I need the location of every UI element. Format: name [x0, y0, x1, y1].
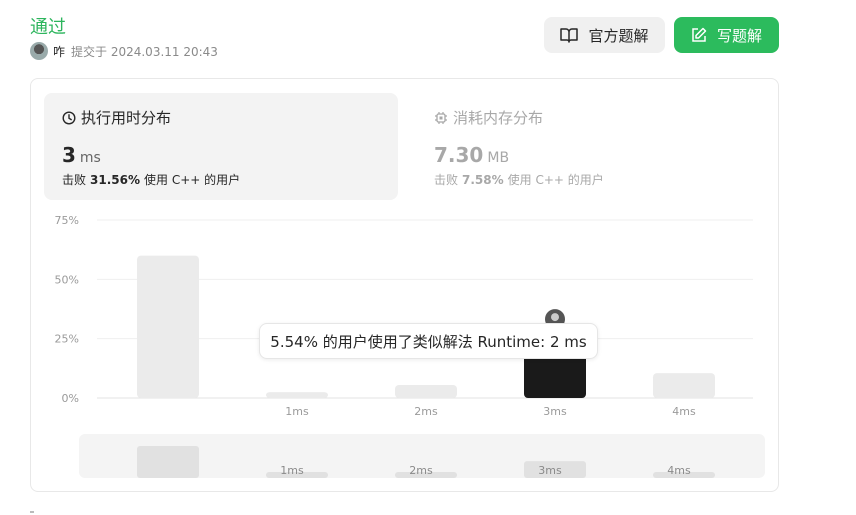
- x-tick-label: 1ms: [285, 405, 309, 418]
- write-solution-label: 写题解: [716, 26, 762, 45]
- y-tick-label: 25%: [55, 333, 79, 346]
- chart-bar[interactable]: [395, 384, 457, 398]
- official-solution-button[interactable]: 官方题解: [544, 17, 665, 53]
- minimap-label: 2ms: [409, 464, 433, 477]
- minimap-bar: [137, 446, 199, 478]
- submission-meta: 咋 提交于 2024.03.11 20:43: [30, 42, 218, 60]
- avatar-marker-head: [551, 313, 559, 322]
- x-tick-label: 3ms: [543, 405, 567, 418]
- runtime-distribution-chart[interactable]: 0% 25% 50% 75% 1ms 2ms 3ms 4ms 1ms 2ms 3ms 4ms: [31, 79, 780, 493]
- write-solution-button[interactable]: 写题解: [674, 17, 779, 53]
- chart-bar[interactable]: [653, 373, 715, 398]
- book-icon: [560, 28, 579, 43]
- minimap-label: 1ms: [280, 464, 304, 477]
- divider: [30, 511, 34, 513]
- chart-tooltip: 5.54% 的用户使用了类似解法 Runtime: 2 ms: [259, 323, 598, 359]
- submitted-time: 提交于 2024.03.11 20:43: [71, 44, 218, 59]
- y-tick-label: 75%: [55, 214, 79, 227]
- submission-status: 通过: [30, 17, 66, 38]
- edit-icon: [692, 27, 707, 42]
- official-solution-label: 官方题解: [588, 26, 649, 45]
- y-tick-label: 0%: [62, 392, 79, 405]
- minimap-label: 4ms: [667, 464, 691, 477]
- result-card: 执行用时分布 3 ms 击败 31.56% 使用 C++ 的用户 消耗内存分布 7.3…: [30, 78, 779, 492]
- x-tick-label: 4ms: [672, 405, 696, 418]
- x-tick-label: 2ms: [414, 405, 438, 418]
- chart-bar[interactable]: [266, 392, 328, 398]
- username[interactable]: 咋: [53, 43, 65, 60]
- chart-bar[interactable]: [137, 255, 199, 398]
- y-tick-label: 50%: [55, 273, 79, 286]
- avatar[interactable]: [30, 42, 48, 60]
- minimap-label: 3ms: [538, 464, 562, 477]
